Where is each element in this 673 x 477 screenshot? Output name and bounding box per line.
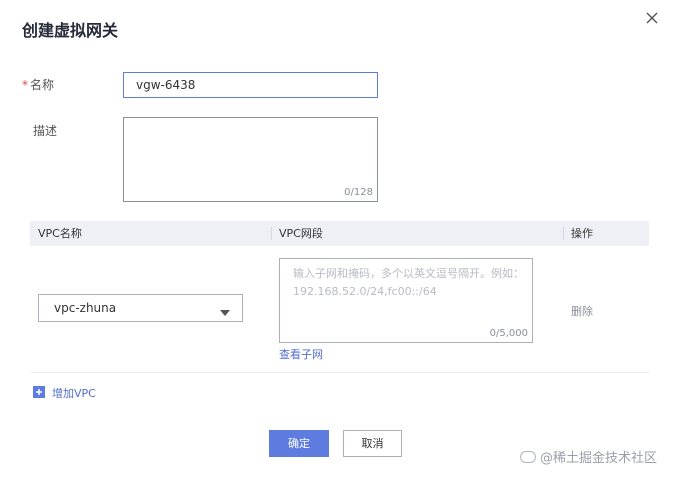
description-field: 0/128 (123, 117, 378, 202)
vpc-name-selected-value: vpc-zhuna (54, 301, 117, 315)
dialog-title: 创建虚拟网关 (22, 21, 119, 40)
delete-row-button[interactable]: 删除 (571, 303, 593, 319)
required-mark: * (22, 78, 28, 92)
create-virtual-gateway-dialog: 创建虚拟网关 *名称 描述 0/128 VPC名称 VPC网段 操作 vpc-z… (0, 0, 673, 477)
vpc-cidr-char-count: 0/5,000 (489, 328, 528, 339)
watermark: @稀土掘金技术社区 (520, 447, 657, 466)
name-input[interactable] (123, 72, 378, 98)
close-icon[interactable] (642, 8, 662, 28)
column-header-vpc-cidr: VPC网段 (279, 227, 323, 240)
vpc-cidr-placeholder: 输入子网和掩码，多个以英文逗号隔开。例如：192.168.52.0/24,fc0… (293, 267, 524, 298)
name-label-text: 名称 (30, 78, 55, 92)
caret-down-icon (220, 305, 230, 319)
confirm-button[interactable]: 确定 (269, 430, 329, 457)
chat-bubble-icon (520, 451, 536, 463)
watermark-text: @稀土掘金技术社区 (540, 451, 658, 466)
vpc-name-select[interactable]: vpc-zhuna (38, 294, 243, 322)
vpc-table-header: VPC名称 VPC网段 操作 (30, 221, 649, 246)
description-label: 描述 (33, 124, 58, 138)
column-separator (563, 227, 564, 240)
add-vpc-label: 增加VPC (52, 387, 96, 400)
view-subnets-link[interactable]: 查看子网 (279, 346, 323, 362)
cancel-button[interactable]: 取消 (343, 430, 402, 457)
description-char-count: 0/128 (344, 187, 373, 198)
row-divider (30, 372, 649, 373)
column-header-vpc-name: VPC名称 (38, 227, 82, 240)
column-separator (271, 227, 272, 240)
column-header-actions: 操作 (571, 227, 593, 240)
plus-icon (33, 386, 45, 398)
description-textarea[interactable] (124, 118, 377, 188)
name-label: * 名称 (22, 77, 54, 93)
vpc-cidr-field[interactable]: 输入子网和掩码，多个以英文逗号隔开。例如：192.168.52.0/24,fc0… (279, 258, 533, 343)
